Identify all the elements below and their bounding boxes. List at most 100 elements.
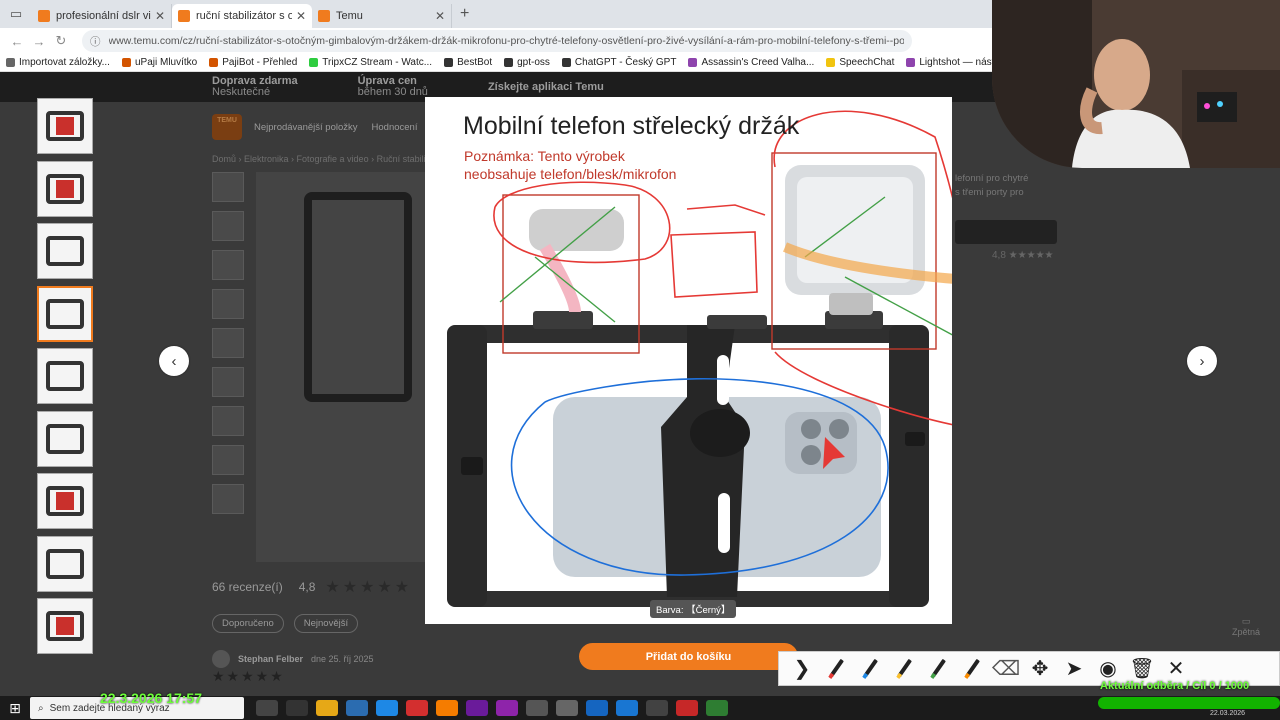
bookmark-item[interactable]: uPaji Mluvítko (121, 57, 198, 68)
thumbnail[interactable] (37, 98, 93, 154)
collapse-icon[interactable]: ❯ (785, 654, 819, 684)
eraser-icon[interactable]: ⌫ (989, 654, 1023, 684)
temu-nav: TEMU Nejprodávanější položky Hodnocení (212, 114, 417, 140)
thumbnail[interactable] (37, 410, 93, 467)
benefit-price-adjust[interactable]: Úprava cen během 30 dnů (358, 76, 428, 98)
nav-ratings[interactable]: Hodnocení (372, 122, 418, 133)
temu-logo[interactable]: TEMU (212, 114, 242, 140)
store-icon[interactable] (346, 700, 368, 716)
thumbnail[interactable] (37, 348, 93, 404)
opera-icon[interactable] (406, 700, 428, 716)
mini-thumbnail[interactable] (212, 367, 244, 397)
bookmark-item[interactable]: TripxCZ Stream - Watc... (309, 57, 432, 68)
modal-image-title: Mobilní telefon střelecký držák (463, 112, 800, 140)
tab-actions-icon[interactable]: ▭ (6, 4, 26, 24)
eye-icon[interactable]: ◉ (1091, 654, 1125, 684)
bookmark-item[interactable]: Assassin's Creed Valha... (688, 57, 814, 68)
bookmark-item[interactable]: ChatGPT - Český GPT (561, 57, 676, 68)
review-stars: ★★★★★ (212, 668, 285, 684)
trash-icon[interactable]: 🗑 (1125, 654, 1159, 684)
page-mini-thumbnails (212, 172, 246, 523)
forward-icon[interactable]: → (28, 34, 50, 49)
rating-stars: ★★★★★ (325, 579, 413, 596)
bookmark-item[interactable]: BestBot (444, 57, 492, 68)
search-icon: ⌕ (38, 702, 44, 714)
bookmark-label: uPaji Mluvítko (134, 57, 198, 68)
mini-thumbnail[interactable] (212, 406, 244, 436)
pen-yellow-icon[interactable] (887, 654, 921, 684)
mini-thumbnail[interactable] (212, 289, 244, 319)
mini-thumbnail[interactable] (212, 445, 244, 475)
new-tab-icon[interactable]: + (460, 5, 469, 23)
firefox-icon[interactable] (436, 700, 458, 716)
mini-thumbnail[interactable] (212, 172, 244, 202)
edge-icon[interactable] (376, 700, 398, 716)
thumbnail[interactable] (37, 535, 93, 592)
pen-red-icon[interactable] (819, 654, 853, 684)
mini-thumbnail[interactable] (212, 484, 244, 514)
app-green-icon[interactable] (706, 700, 728, 716)
pen-orange-icon[interactable] (955, 654, 989, 684)
next-image-button[interactable]: › (1187, 346, 1217, 376)
tab-dslr-rig[interactable]: profesionální dslr video rig cage ✕ (32, 4, 172, 28)
chevron-right-icon: › (1199, 352, 1205, 370)
pen-blue-icon[interactable] (853, 654, 887, 684)
benefit-free-shipping[interactable]: Doprava zdarma Neskutečné (212, 76, 298, 98)
url-text: www.temu.com/cz/ruční-stabilizátor-s-oto… (108, 35, 905, 47)
bookmark-favicon-icon (906, 58, 916, 67)
add-to-cart-button[interactable]: Přidat do košíku (579, 643, 798, 670)
app-red-icon[interactable] (676, 700, 698, 716)
pen-green-icon[interactable] (921, 654, 955, 684)
close-icon[interactable]: ✕ (1159, 654, 1193, 684)
app-violet-icon[interactable] (496, 700, 518, 716)
close-tab-icon[interactable]: ✕ (296, 9, 306, 23)
back-icon[interactable]: ← (6, 34, 28, 49)
reviews-count[interactable]: 66 recenze(í) (212, 580, 283, 594)
partial-button[interactable] (955, 220, 1057, 244)
previous-image-button[interactable]: ‹ (159, 346, 189, 376)
breadcrumb: Domů › Elektronika › Fotografie a video … (212, 154, 438, 164)
site-info-icon[interactable]: ⓘ (90, 34, 101, 49)
review-author: Stephan Felber dne 25. říj 2025 (212, 650, 374, 668)
windows-start-icon[interactable]: ⊞ (0, 700, 30, 717)
temu-favicon-icon (38, 10, 50, 22)
benefit-get-app[interactable]: Získejte aplikaci Temu (488, 81, 604, 93)
obs-icon[interactable] (286, 700, 308, 716)
bookmark-item[interactable]: SpeechChat (826, 57, 894, 68)
app-dark-icon[interactable] (646, 700, 668, 716)
thumbnail[interactable] (37, 160, 93, 217)
filter-newest[interactable]: Nejnovější (293, 614, 359, 633)
benefit-sub: Neskutečné (212, 86, 271, 98)
thumbnail-selected[interactable] (37, 285, 93, 342)
thumbnail[interactable] (37, 223, 93, 279)
mini-thumbnail[interactable] (212, 328, 244, 358)
task-view-icon[interactable] (256, 700, 278, 716)
mini-thumbnail[interactable] (212, 250, 244, 280)
filter-recommended[interactable]: Doporučeno (212, 614, 284, 633)
thumbnail[interactable] (37, 473, 93, 529)
pointer-icon[interactable]: ➤ (1057, 654, 1091, 684)
bookmark-favicon-icon (826, 58, 836, 67)
app-grey-icon[interactable] (556, 700, 578, 716)
app-blue2-icon[interactable] (616, 700, 638, 716)
temu-favicon-icon (318, 10, 330, 22)
nav-bestsellers[interactable]: Nejprodávanější položky (254, 122, 358, 133)
tab-stabilizer[interactable]: ruční stabilizátor s otočným gim ✕ (172, 4, 312, 28)
bookmark-item[interactable]: PajiBot - Přehled (209, 57, 297, 68)
bookmark-item[interactable]: gpt-oss (504, 57, 550, 68)
address-bar[interactable]: ⓘ www.temu.com/cz/ruční-stabilizátor-s-o… (82, 30, 912, 52)
tab-temu[interactable]: Temu ✕ (312, 4, 452, 28)
bookmark-item[interactable]: Importovat záložky... (6, 57, 110, 68)
reload-icon[interactable]: ↻ (50, 33, 72, 49)
close-tab-icon[interactable]: ✕ (435, 9, 445, 23)
mini-thumbnail[interactable] (212, 211, 244, 241)
close-tab-icon[interactable]: ✕ (155, 9, 165, 23)
feedback-button[interactable]: ▭ Zpětná (1232, 616, 1260, 637)
move-icon[interactable]: ✥ (1023, 654, 1057, 684)
settings-icon[interactable] (526, 700, 548, 716)
app-purple-icon[interactable] (466, 700, 488, 716)
bookmark-favicon-icon (121, 58, 131, 67)
explorer-icon[interactable] (316, 700, 338, 716)
app-blue-icon[interactable] (586, 700, 608, 716)
thumbnail[interactable] (37, 598, 93, 654)
